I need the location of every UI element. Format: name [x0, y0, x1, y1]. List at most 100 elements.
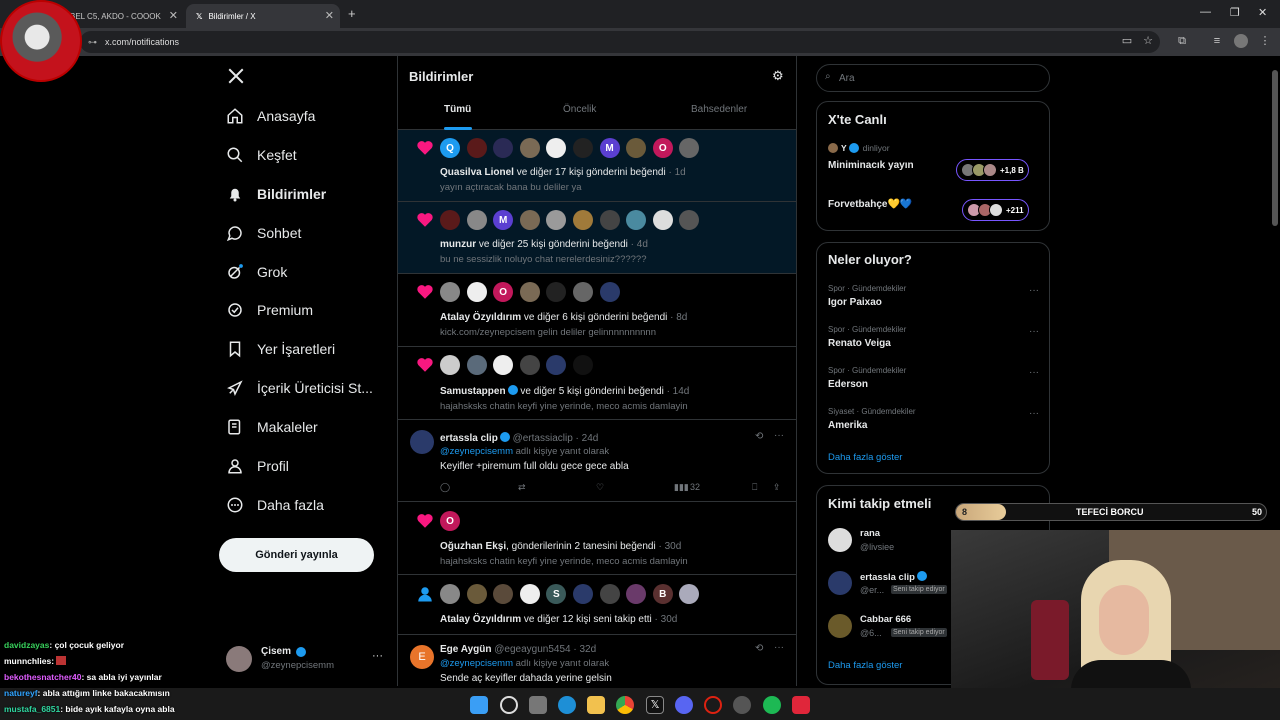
avatar[interactable] [626, 210, 647, 230]
sidebar-item-bookmarks[interactable]: Yer İşaretleri [226, 333, 335, 365]
avatar[interactable]: M [493, 210, 514, 230]
user-name[interactable]: Ege Aygün [440, 644, 491, 655]
share-icon[interactable]: ⇪ [773, 482, 781, 493]
user-name[interactable]: Samustappen [440, 386, 506, 397]
avatar[interactable] [440, 282, 460, 302]
cast-icon[interactable]: ▭ [1120, 34, 1134, 48]
sidebar-item-premium[interactable]: Premium [226, 294, 313, 326]
avatar[interactable] [546, 282, 567, 302]
x-app-icon[interactable]: 𝕏 [646, 696, 664, 714]
avatar[interactable] [572, 282, 593, 302]
close-tab-icon[interactable]: ✕ [325, 9, 334, 22]
avatar[interactable] [519, 282, 540, 302]
live-row-title[interactable]: Forvetbahçe💛💙 [828, 199, 912, 210]
sidebar-item-more[interactable]: Daha fazla [226, 489, 324, 521]
avatar[interactable] [466, 282, 487, 302]
avatar[interactable] [572, 210, 593, 230]
post-button[interactable]: Gönderi yayınla [219, 538, 374, 572]
mention-link[interactable]: @zeynepcisemm [440, 658, 513, 669]
more-icon[interactable]: ··· [774, 642, 784, 653]
avatar[interactable] [493, 355, 514, 375]
avatar[interactable]: O [652, 138, 673, 158]
avatar[interactable] [652, 210, 673, 230]
notification-item[interactable]: O Atalay Özyıldırım ve diğer 6 kişi gönd… [398, 274, 796, 347]
url-field[interactable]: ⊶ x.com/notifications [80, 31, 1160, 53]
media-icon[interactable]: ≡ [1210, 34, 1224, 48]
avatar[interactable] [440, 584, 460, 604]
windows-start-icon[interactable] [470, 696, 488, 714]
avatar[interactable]: O [493, 282, 514, 302]
avatar[interactable] [626, 584, 647, 604]
star-icon[interactable]: ☆ [1141, 34, 1155, 48]
avatar[interactable] [466, 584, 487, 604]
avatar[interactable]: M [599, 138, 620, 158]
trend-item[interactable]: Spor · Gündemdekiler Igor Paixao ··· [817, 280, 1049, 318]
avatar[interactable] [679, 210, 700, 230]
mention-link[interactable]: @zeynepcisemm [440, 446, 513, 457]
discord-icon[interactable] [675, 696, 693, 714]
repost-icon[interactable]: ⇄ [518, 482, 526, 493]
close-window-icon[interactable]: ✕ [1258, 6, 1267, 19]
sidebar-item-explore[interactable]: Keşfet [226, 139, 297, 171]
avatar[interactable] [599, 210, 620, 230]
site-info-icon[interactable]: ⊶ [88, 37, 97, 48]
user-name[interactable]: Oğuzhan Ekşi [440, 541, 506, 552]
live-listeners-pill[interactable]: +1,8 B [956, 159, 1029, 181]
opera-icon[interactable] [704, 696, 722, 714]
user-name[interactable]: ertassla clip [440, 433, 498, 444]
file-explorer-icon[interactable] [587, 696, 605, 714]
avatar[interactable] [626, 138, 647, 158]
notification-item[interactable]: S B Atalay Özyıldırım ve diğer 12 kişi s… [398, 575, 796, 635]
reply-post[interactable]: E Ege Aygün @egeaygun5454 · 32d ⟲ ··· @z… [398, 635, 796, 686]
avatar[interactable] [440, 355, 460, 375]
avatar[interactable]: B [652, 584, 673, 604]
views-icon[interactable]: ▮▮▮ [674, 482, 689, 493]
grok-icon[interactable]: ⟲ [755, 643, 763, 654]
close-tab-icon[interactable]: ✕ [169, 9, 178, 22]
follow-suggestion[interactable]: ertassla clip @er... Seni takip ediyor [828, 569, 962, 599]
x-logo-icon[interactable] [227, 67, 245, 85]
streamlabs-icon[interactable] [792, 696, 810, 714]
show-more-link[interactable]: Daha fazla göster [828, 660, 902, 671]
chrome-icon[interactable] [616, 696, 634, 714]
user-name[interactable]: Quasilva Lionel [440, 167, 514, 178]
avatar[interactable] [599, 282, 620, 302]
avatar[interactable] [546, 210, 567, 230]
tab-all[interactable]: Tümü [444, 104, 472, 130]
tab-mentions[interactable]: Bahsedenler [691, 104, 747, 115]
avatar[interactable] [679, 584, 700, 604]
sidebar-item-articles[interactable]: Makaleler [226, 411, 318, 443]
avatar[interactable] [679, 138, 700, 158]
sidebar-item-grok[interactable]: Grok [226, 256, 287, 288]
browser-tab-notifications[interactable]: 𝕏 Bildirimler / X ✕ [186, 4, 340, 28]
more-icon[interactable]: ··· [1029, 285, 1039, 296]
bookmark-icon[interactable]: ⎕ [752, 482, 757, 493]
notification-item[interactable]: Samustappen ve diğer 5 kişi gönderini be… [398, 347, 796, 420]
avatar[interactable] [519, 355, 540, 375]
sidebar-item-home[interactable]: Anasayfa [226, 100, 315, 132]
more-icon[interactable]: ··· [1029, 326, 1039, 337]
notification-item[interactable]: O Oğuzhan Ekşi, gönderilerinin 2 tanesin… [398, 502, 796, 575]
sidebar-item-chat[interactable]: Sohbet [226, 217, 301, 249]
avatar[interactable] [572, 584, 593, 604]
avatar[interactable]: Q [440, 138, 460, 158]
avatar[interactable] [493, 584, 514, 604]
avatar[interactable] [519, 584, 540, 604]
scrollbar-thumb[interactable] [1272, 70, 1278, 226]
listener-name[interactable]: Y [841, 143, 847, 153]
extensions-icon[interactable]: ⧉ [1175, 34, 1189, 48]
sidebar-item-profile[interactable]: Profil [226, 450, 289, 482]
show-more-link[interactable]: Daha fazla göster [828, 452, 902, 463]
trend-item[interactable]: Spor · Gündemdekiler Ederson ··· [817, 362, 1049, 400]
reply-post[interactable]: ertassla clip @ertassiaclip · 24d ⟲ ··· … [398, 420, 796, 502]
follow-suggestion[interactable]: rana @livsiee [828, 526, 958, 556]
like-icon[interactable]: ♡ [596, 482, 604, 493]
live-row-title[interactable]: Miniminacık yayın [828, 160, 914, 171]
task-view-icon[interactable] [529, 696, 547, 714]
avatar[interactable] [572, 138, 593, 158]
trend-item[interactable]: Spor · Gündemdekiler Renato Veiga ··· [817, 321, 1049, 359]
edge-icon[interactable] [558, 696, 576, 714]
avatar[interactable] [519, 138, 540, 158]
trend-item[interactable]: Siyaset · Gündemdekiler Amerika ··· [817, 403, 1049, 441]
profile-avatar[interactable] [1234, 34, 1248, 48]
